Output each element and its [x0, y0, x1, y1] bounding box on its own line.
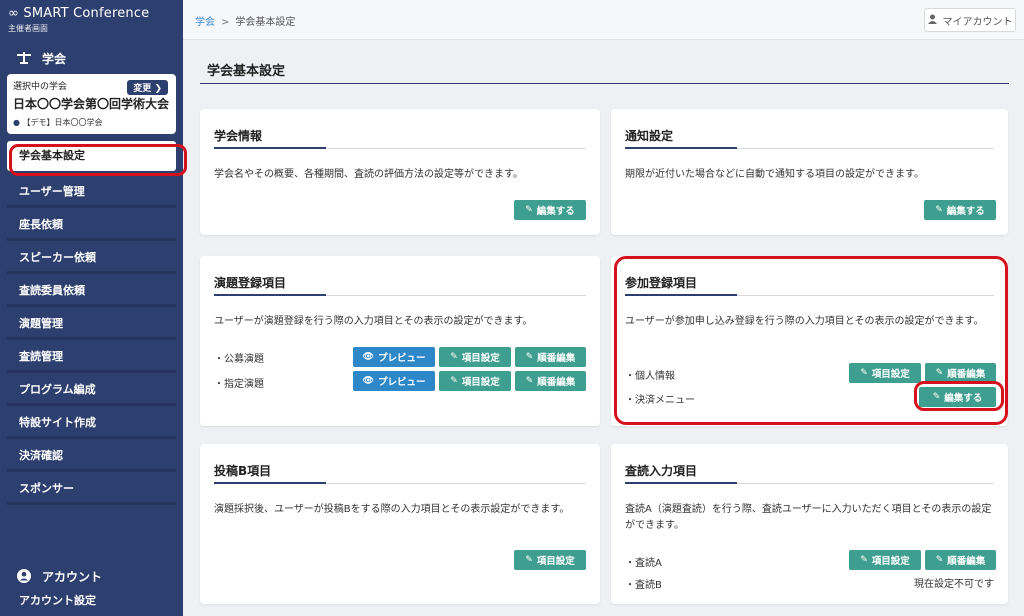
edit-icon: ✎	[860, 555, 868, 565]
card-title: 投稿B項目	[214, 464, 272, 478]
edit-icon: ✎	[860, 368, 868, 378]
sidebar-item-payment[interactable]: 決済確認	[7, 439, 176, 472]
row-label-review-a: ・査読A	[625, 558, 662, 569]
breadcrumb-current: 学会基本設定	[235, 17, 296, 28]
card-abstract-items: 演題登録項目 ユーザーが演題登録を行う際の入力項目とその表示の設定ができます。 …	[200, 256, 600, 426]
card-description: 期限が近付いた場合などに自動で通知する項目の設定ができます。	[625, 169, 924, 180]
sidebar-item-reviewer-request[interactable]: 査読委員依頼	[7, 274, 176, 307]
row-label-payment-menu: ・決済メニュー	[625, 395, 695, 406]
row-label-public-abstract: ・公募演題	[214, 354, 264, 365]
card-description: 査読A（演題査読）を行う際、査読ユーザーに入力いただく項目とその表示の設定ができ…	[625, 504, 992, 531]
row-label-personal-info: ・個人情報	[625, 371, 675, 382]
my-account-label: マイアカウント	[942, 16, 1013, 28]
card-submission-b: 投稿B項目 演題採択後、ユーザーが投稿Bをする際の入力項目とその表示設定ができま…	[200, 444, 600, 604]
sidebar-item-special-site[interactable]: 特設サイト作成	[7, 406, 176, 439]
sidebar: ∞ SMART Conference 主催者画面 学会 選択中の学会 変更 ❯ …	[0, 0, 183, 616]
sidebar-item-account-settings[interactable]: アカウント設定	[7, 588, 176, 614]
card-participant-items: 参加登録項目 ユーザーが参加申し込み登録を行う際の入力項目とその表示の設定ができ…	[611, 256, 1008, 426]
item-settings-button[interactable]: ✎ 項目設定	[439, 347, 511, 367]
section-account: アカウント	[0, 562, 183, 590]
sidebar-item-sponsor[interactable]: スポンサー	[7, 472, 176, 505]
row-label-review-b: ・査読B	[625, 580, 662, 591]
item-settings-button[interactable]: ✎ 項目設定	[849, 363, 921, 383]
society-icon	[16, 52, 32, 64]
edit-icon: ✎	[450, 376, 458, 386]
order-edit-button[interactable]: ✎ 順番編集	[515, 347, 586, 367]
preview-button[interactable]: 👁 プレビュー	[353, 347, 435, 367]
breadcrumb-separator: >	[221, 17, 230, 28]
section-society: 学会	[0, 44, 183, 72]
card-description: 演題採択後、ユーザーが投稿Bをする際の入力項目とその表示設定ができます。	[214, 504, 570, 515]
user-icon	[927, 14, 937, 27]
sidebar-item-chair-request[interactable]: 座長依頼	[7, 208, 176, 241]
sidebar-item-abstract-management[interactable]: 演題管理	[7, 307, 176, 340]
breadcrumb: 学会 > 学会基本設定	[195, 13, 295, 28]
edit-button[interactable]: ✎ 編集する	[924, 200, 996, 220]
card-society-info: 学会情報 学会名やその概要、各種期間、査読の評価方法の設定等ができます。 ✎ 編集…	[200, 109, 600, 235]
item-settings-button[interactable]: ✎ 項目設定	[514, 550, 586, 570]
sidebar-item-review-management[interactable]: 査読管理	[7, 340, 176, 373]
title-divider	[200, 83, 1009, 84]
sidebar-item-user-management[interactable]: ユーザー管理	[7, 175, 176, 208]
brand-title: SMART Conference	[23, 6, 150, 21]
card-description: ユーザーが参加申し込み登録を行う際の入力項目とその表示の設定ができます。	[625, 316, 984, 327]
edit-icon: ✎	[525, 376, 534, 386]
eye-icon: 👁	[362, 376, 374, 386]
sidebar-item-basic-settings[interactable]: 学会基本設定	[7, 141, 176, 171]
edit-icon: ✎	[935, 368, 944, 378]
edit-icon: ✎	[935, 555, 944, 565]
preview-button[interactable]: 👁 プレビュー	[353, 371, 435, 391]
user-icon: ●	[13, 118, 20, 127]
edit-icon: ✎	[525, 555, 533, 565]
society-org: 【デモ】日本〇〇学会	[22, 118, 103, 127]
card-description: ユーザーが演題登録を行う際の入力項目とその表示の設定ができます。	[214, 316, 533, 327]
card-title: 通知設定	[625, 129, 674, 143]
society-name: 日本〇〇学会第〇回学術大会	[13, 97, 170, 111]
card-title: 学会情報	[214, 129, 263, 143]
selected-society-card: 選択中の学会 変更 ❯ 日本〇〇学会第〇回学術大会 ● 【デモ】日本〇〇学会	[7, 74, 176, 134]
breadcrumb-root[interactable]: 学会	[195, 17, 215, 28]
card-title: 査読入力項目	[625, 464, 698, 478]
sidebar-nav: 学会基本設定 ユーザー管理 座長依頼 スピーカー依頼 査読委員依頼 演題管理 査…	[0, 141, 183, 505]
chevron-right-icon: ❯	[154, 84, 162, 94]
section-account-label: アカウント	[42, 569, 103, 584]
edit-icon: ✎	[450, 352, 458, 362]
brand[interactable]: ∞ SMART Conference 主催者画面	[0, 0, 183, 40]
edit-icon: ✎	[932, 392, 941, 402]
eye-icon: 👁	[362, 352, 374, 362]
item-settings-button[interactable]: ✎ 項目設定	[439, 371, 511, 391]
card-title: 参加登録項目	[625, 276, 698, 290]
topbar: 学会 > 学会基本設定 マイアカウント	[183, 0, 1024, 40]
page-title: 学会基本設定	[207, 64, 286, 79]
not-configurable-note: 現在設定不可です	[914, 579, 994, 590]
my-account-button[interactable]: マイアカウント	[924, 8, 1016, 32]
card-review-input: 査読入力項目 査読A（演題査読）を行う際、査読ユーザーに入力いただく項目とその表…	[611, 444, 1008, 604]
account-icon	[16, 569, 32, 583]
card-title: 演題登録項目	[214, 276, 287, 290]
sidebar-item-speaker-request[interactable]: スピーカー依頼	[7, 241, 176, 274]
section-society-label: 学会	[42, 51, 67, 66]
brand-subtitle: 主催者画面	[8, 24, 48, 33]
edit-icon: ✎	[525, 352, 534, 362]
order-edit-button[interactable]: ✎ 順番編集	[515, 371, 586, 391]
order-edit-button[interactable]: ✎ 順番編集	[925, 550, 996, 570]
card-notifications: 通知設定 期限が近付いた場合などに自動で通知する項目の設定ができます。 ✎ 編集す…	[611, 109, 1008, 235]
order-edit-button[interactable]: ✎ 順番編集	[925, 363, 996, 383]
change-society-button[interactable]: 変更 ❯	[127, 80, 168, 95]
sidebar-item-program[interactable]: プログラム編成	[7, 373, 176, 406]
edit-icon: ✎	[525, 205, 533, 215]
brand-logo-icon: ∞	[8, 6, 20, 21]
payment-menu-edit-button[interactable]: ✎ 編集する	[919, 387, 996, 407]
row-label-designated-abstract: ・指定演題	[214, 379, 264, 390]
edit-icon: ✎	[935, 205, 943, 215]
item-settings-button[interactable]: ✎ 項目設定	[849, 550, 921, 570]
edit-button[interactable]: ✎ 編集する	[514, 200, 586, 220]
card-description: 学会名やその概要、各種期間、査読の評価方法の設定等ができます。	[214, 169, 523, 180]
